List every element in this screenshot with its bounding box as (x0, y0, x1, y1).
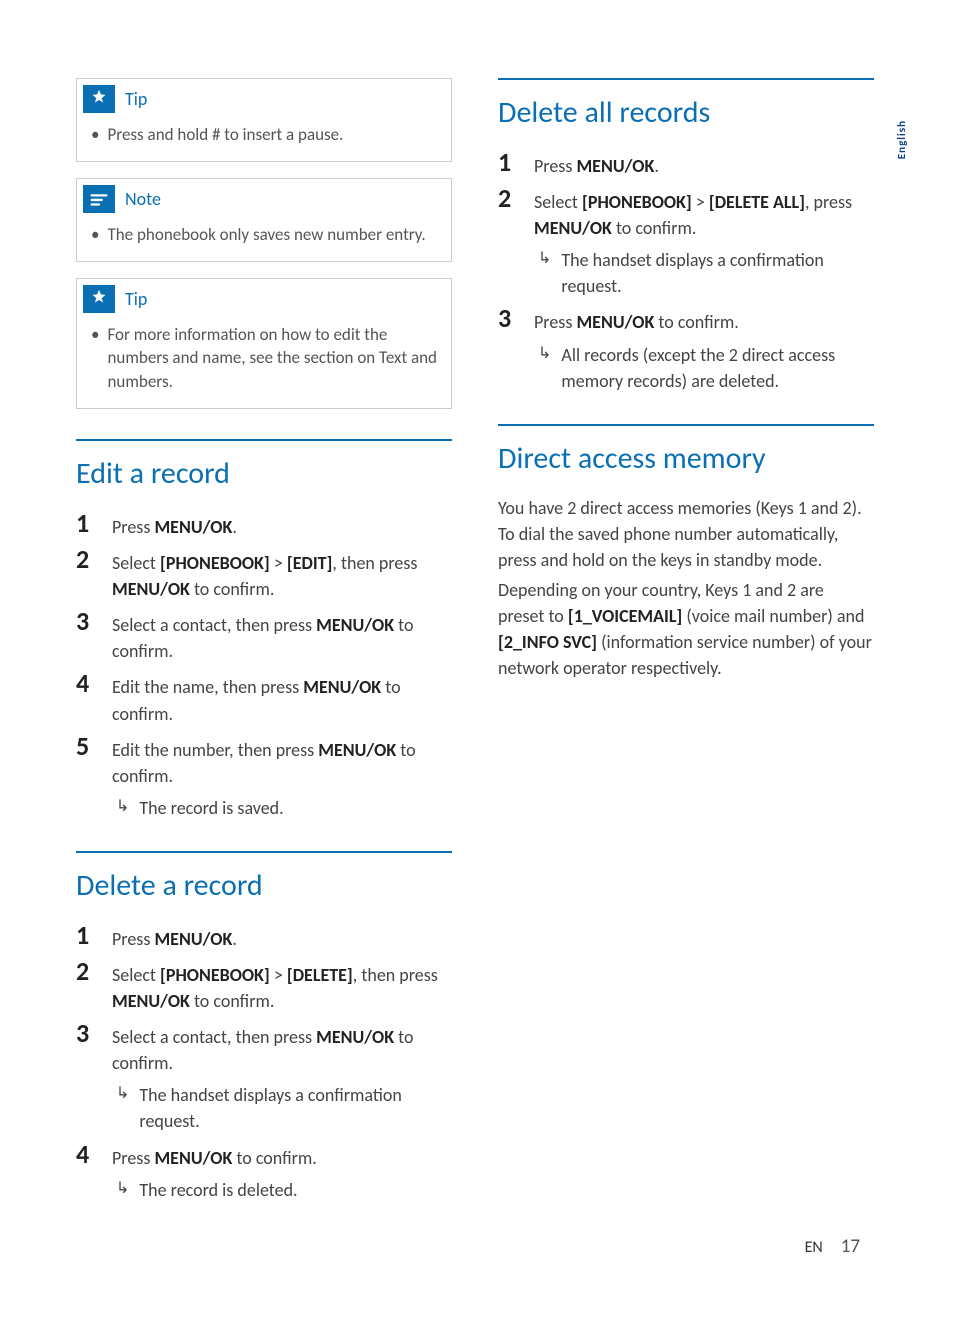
steps-edit-record: 1 Press MENU/OK. 2 Select [PHONEBOOK] > … (76, 510, 452, 821)
step-number: 2 (76, 546, 98, 602)
step-result: ↳ The handset displays a confirmation re… (534, 247, 874, 299)
step-number: 5 (76, 733, 98, 821)
tip-callout-2: Tip • For more information on how to edi… (76, 278, 452, 409)
heading-direct-access: Direct access memory (498, 424, 874, 477)
tip-label: Tip (125, 288, 147, 310)
tip-icon (83, 285, 115, 313)
tip-icon (83, 85, 115, 113)
tip-text: Press and hold # to insert a pause. (107, 123, 343, 147)
page-number: 17 (841, 1235, 860, 1258)
footer-lang: EN (805, 1238, 823, 1257)
bullet-icon: • (91, 123, 99, 147)
note-icon (83, 185, 115, 213)
step-number: 3 (76, 608, 98, 664)
result-arrow-icon: ↳ (538, 247, 551, 299)
page-content: Tip • Press and hold # to insert a pause… (0, 0, 954, 1249)
step-item: 2 Select [PHONEBOOK] > [EDIT], then pres… (76, 546, 452, 602)
note-callout: Note • The phonebook only saves new numb… (76, 178, 452, 262)
step-result: ↳ The record is deleted. (112, 1177, 317, 1203)
step-item: 1 Press MENU/OK. (76, 922, 452, 952)
heading-delete-record: Delete a record (76, 851, 452, 904)
paragraph: You have 2 direct access memories (Keys … (498, 495, 874, 573)
step-item: 3 Press MENU/OK to confirm. ↳ All record… (498, 305, 874, 393)
step-result: ↳ All records (except the 2 direct acces… (534, 342, 874, 394)
left-column: Tip • Press and hold # to insert a pause… (76, 78, 452, 1209)
step-number: 4 (76, 670, 98, 726)
step-item: 2 Select [PHONEBOOK] > [DELETE], then pr… (76, 958, 452, 1014)
step-number: 3 (76, 1020, 98, 1134)
step-number: 4 (76, 1141, 98, 1203)
tip-label: Tip (125, 88, 147, 110)
heading-delete-all: Delete all records (498, 78, 874, 131)
step-number: 2 (498, 185, 520, 299)
step-item: 3 Select a contact, then press MENU/OK t… (76, 608, 452, 664)
tip-callout-1: Tip • Press and hold # to insert a pause… (76, 78, 452, 162)
result-arrow-icon: ↳ (116, 795, 129, 821)
step-number: 3 (498, 305, 520, 393)
result-arrow-icon: ↳ (538, 342, 551, 394)
step-item: 4 Edit the name, then press MENU/OK to c… (76, 670, 452, 726)
step-item: 2 Select [PHONEBOOK] > [DELETE ALL], pre… (498, 185, 874, 299)
step-result: ↳ The record is saved. (112, 795, 452, 821)
step-item: 1 Press MENU/OK. (498, 149, 874, 179)
step-item: 4 Press MENU/OK to confirm. ↳ The record… (76, 1141, 452, 1203)
right-column: Delete all records 1 Press MENU/OK. 2 Se… (498, 78, 934, 1209)
step-number: 2 (76, 958, 98, 1014)
page-footer: EN 17 (805, 1235, 860, 1258)
result-arrow-icon: ↳ (116, 1177, 129, 1203)
step-item: 3 Select a contact, then press MENU/OK t… (76, 1020, 452, 1134)
tip-text: For more information on how to edit the … (107, 323, 437, 394)
bullet-icon: • (91, 323, 99, 394)
paragraph: Depending on your country, Keys 1 and 2 … (498, 577, 874, 681)
step-number: 1 (76, 510, 98, 540)
note-text: The phonebook only saves new number entr… (107, 223, 425, 247)
bullet-icon: • (91, 223, 99, 247)
step-result: ↳ The handset displays a confirmation re… (112, 1082, 452, 1134)
step-item: 1 Press MENU/OK. (76, 510, 452, 540)
heading-edit-record: Edit a record (76, 439, 452, 492)
result-arrow-icon: ↳ (116, 1082, 129, 1134)
steps-delete-all: 1 Press MENU/OK. 2 Select [PHONEBOOK] > … (498, 149, 874, 394)
step-number: 1 (498, 149, 520, 179)
step-number: 1 (76, 922, 98, 952)
steps-delete-record: 1 Press MENU/OK. 2 Select [PHONEBOOK] > … (76, 922, 452, 1203)
language-side-tab: English (895, 120, 908, 159)
step-item: 5 Edit the number, then press MENU/OK to… (76, 733, 452, 821)
note-label: Note (125, 188, 161, 210)
